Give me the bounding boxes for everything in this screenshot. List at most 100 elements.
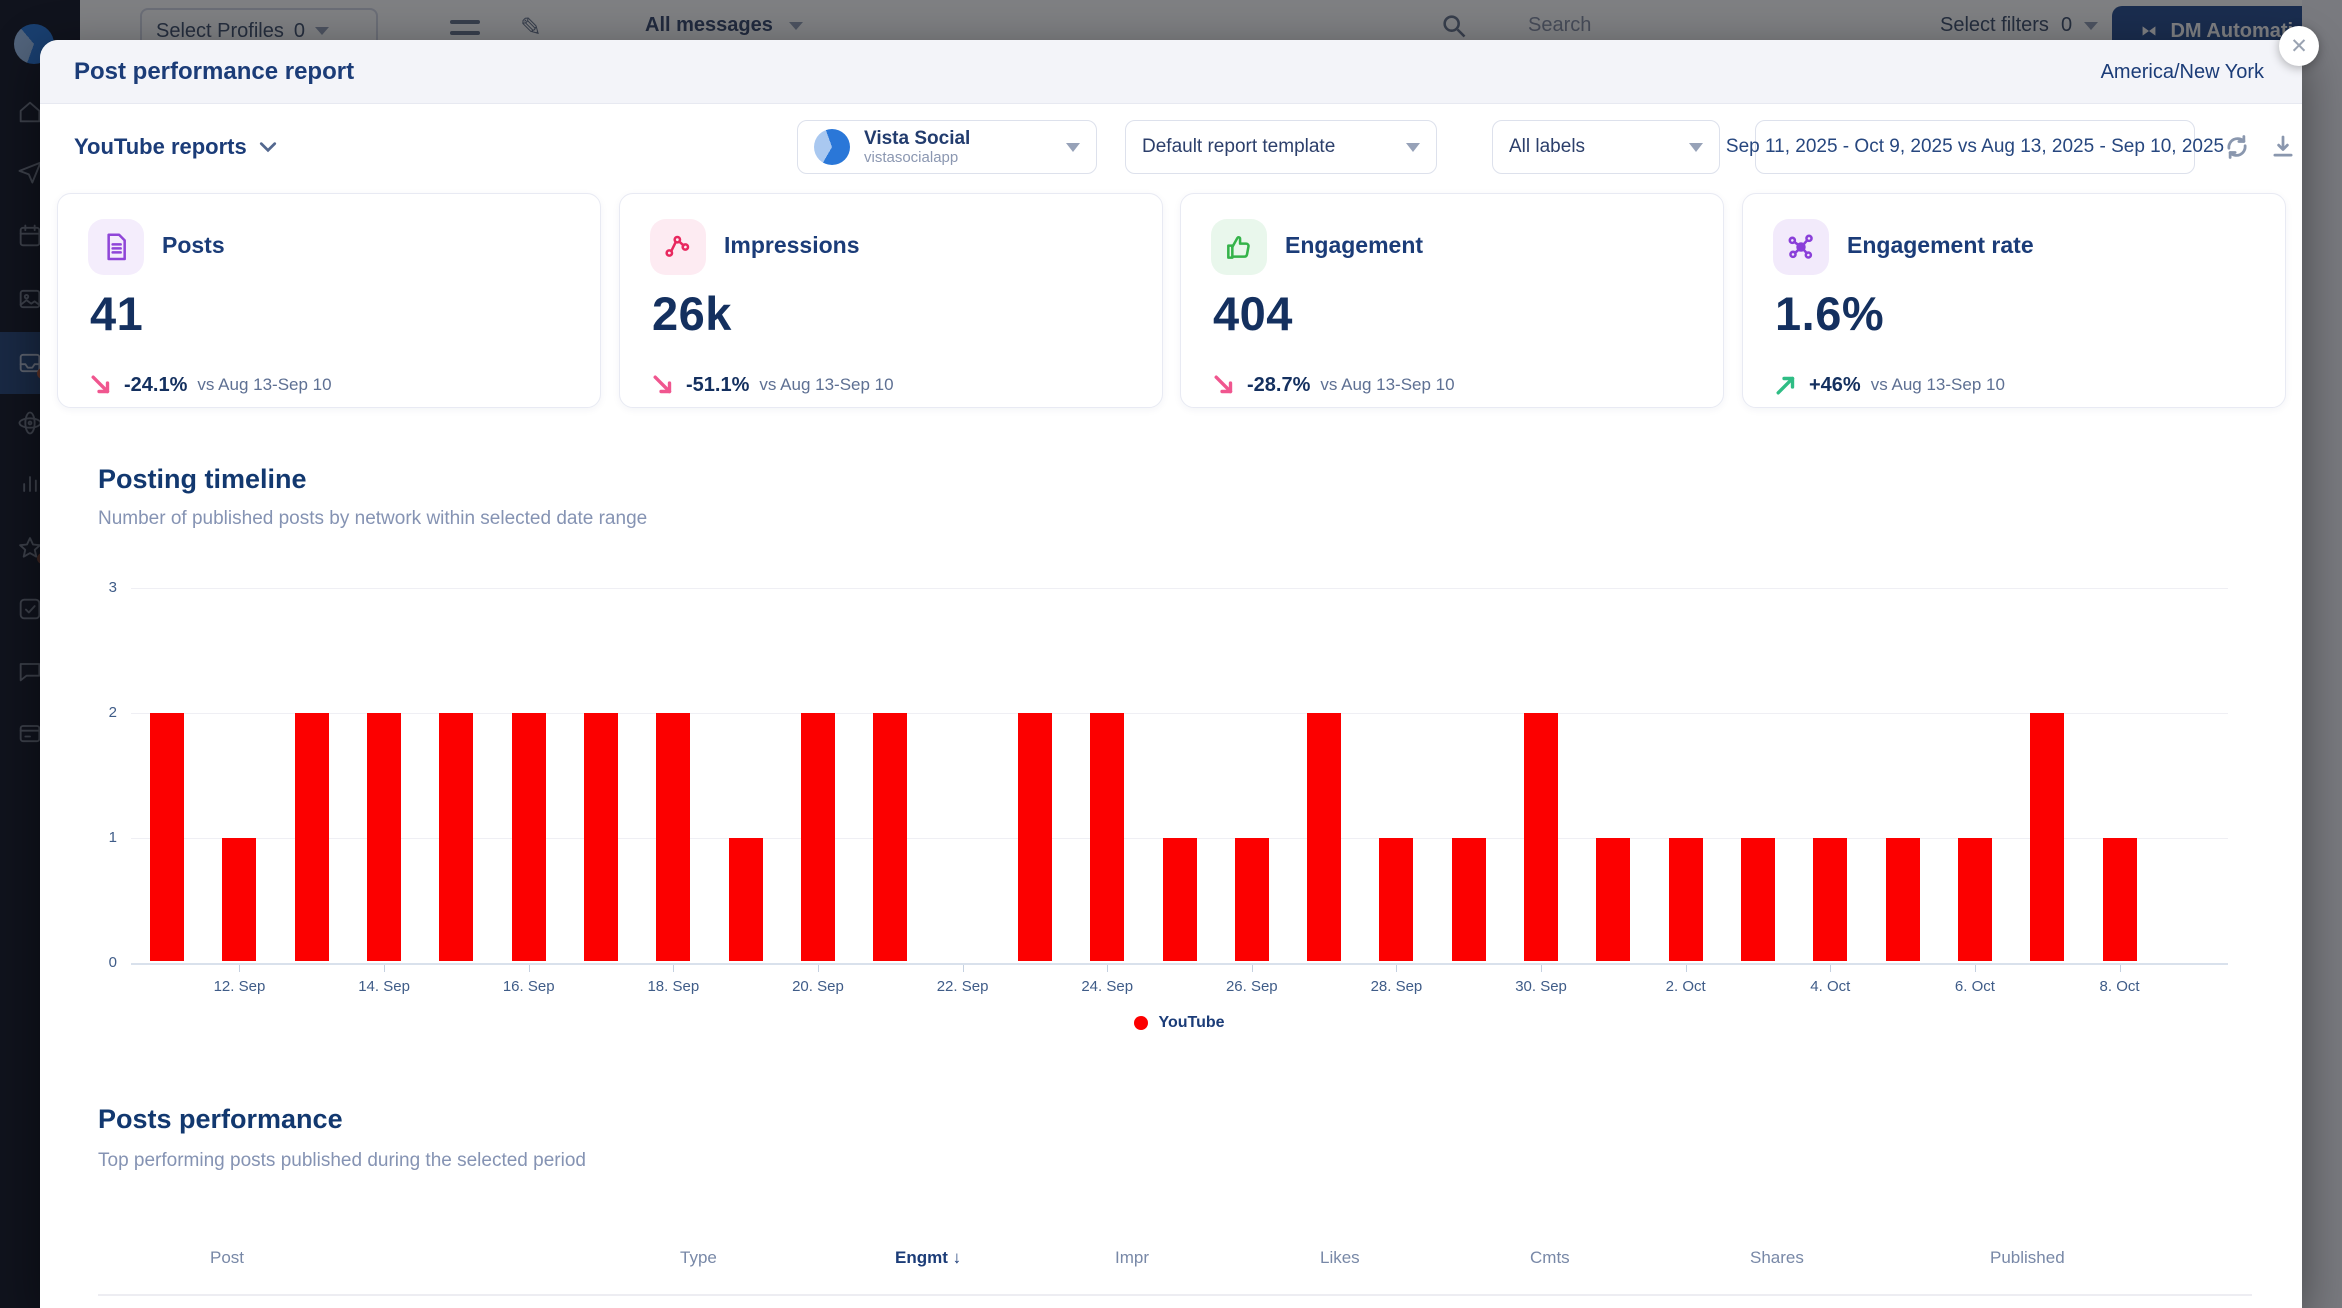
- x-axis-tick: [963, 965, 964, 972]
- x-axis-tick: [1541, 965, 1542, 972]
- engagement-rate-icon: [1773, 219, 1829, 275]
- chevron-down-icon: [1066, 143, 1080, 152]
- metric-compare: vs Aug 13-Sep 10: [197, 375, 331, 395]
- timeline-bar-sep-20: [801, 713, 835, 961]
- column-header-likes[interactable]: Likes: [1320, 1248, 1360, 1268]
- posts-icon: [88, 219, 144, 275]
- chevron-down-icon: [259, 141, 277, 153]
- report-template-value: Default report template: [1142, 136, 1335, 158]
- metric-label: Impressions: [724, 232, 860, 259]
- metric-delta: -28.7%: [1247, 374, 1310, 397]
- x-axis-label: 12. Sep: [179, 978, 299, 995]
- x-axis-label: 4. Oct: [1770, 978, 1890, 995]
- profile-handle: vistasocialapp: [864, 149, 970, 167]
- column-header-published[interactable]: Published: [1990, 1248, 2065, 1268]
- timeline-bar-sep-12: [222, 838, 256, 961]
- timeline-bar-sep-28: [1379, 838, 1413, 961]
- x-axis-label: 16. Sep: [469, 978, 589, 995]
- x-axis-tick: [2120, 965, 2121, 972]
- timeline-bar-sep-23: [1018, 713, 1052, 961]
- trend-down-icon: [1211, 372, 1237, 398]
- table-divider: [98, 1294, 2252, 1296]
- timeline-bar-oct-1: [1596, 838, 1630, 961]
- metric-card-posts: Posts 41 -24.1% vs Aug 13-Sep 10: [57, 193, 601, 408]
- x-axis-tick: [818, 965, 819, 972]
- metric-compare: vs Aug 13-Sep 10: [1871, 375, 2005, 395]
- chevron-down-icon: [1406, 143, 1420, 152]
- gridline-y3: [131, 588, 2228, 589]
- metric-label: Engagement rate: [1847, 232, 2034, 259]
- x-axis-label: 20. Sep: [758, 978, 878, 995]
- timeline-bar-sep-13: [295, 713, 329, 961]
- metric-value: 26k: [652, 286, 732, 341]
- timeline-bar-oct-5: [1886, 838, 1920, 961]
- column-header-engmt[interactable]: Engmt ↓: [895, 1248, 961, 1268]
- timeline-bar-oct-7: [2030, 713, 2064, 961]
- sort-desc-icon: ↓: [953, 1248, 962, 1267]
- column-header-post[interactable]: Post: [210, 1248, 244, 1268]
- close-icon[interactable]: ✕: [2279, 26, 2319, 66]
- column-header-shares[interactable]: Shares: [1750, 1248, 1804, 1268]
- column-header-impr[interactable]: Impr: [1115, 1248, 1149, 1268]
- x-axis-label: 2. Oct: [1626, 978, 1746, 995]
- chart-legend[interactable]: YouTube: [131, 1014, 2228, 1032]
- x-axis-tick: [384, 965, 385, 972]
- x-axis-label: 18. Sep: [613, 978, 733, 995]
- metric-value: 41: [90, 286, 143, 341]
- modal-header: Post performance report America/New York: [40, 40, 2302, 104]
- timeline-bar-sep-11: [150, 713, 184, 961]
- y-axis-label: 3: [93, 579, 117, 596]
- x-axis-tick: [239, 965, 240, 972]
- trend-down-icon: [88, 372, 114, 398]
- refresh-icon[interactable]: [2222, 132, 2252, 162]
- metric-delta: -51.1%: [686, 374, 749, 397]
- metric-value: 1.6%: [1775, 286, 1884, 341]
- timeline-bar-sep-30: [1524, 713, 1558, 961]
- timeline-bar-sep-15: [439, 713, 473, 961]
- y-axis-label: 1: [93, 829, 117, 846]
- legend-label: YouTube: [1158, 1014, 1224, 1032]
- metric-delta: +46%: [1809, 374, 1861, 397]
- report-type-dropdown[interactable]: YouTube reports: [74, 134, 277, 160]
- timeline-bar-sep-24: [1090, 713, 1124, 961]
- profile-selector[interactable]: Vista Social vistasocialapp: [797, 120, 1097, 174]
- timeline-bar-sep-26: [1235, 838, 1269, 961]
- labels-value: All labels: [1509, 136, 1585, 158]
- posts-performance-subtitle: Top performing posts published during th…: [98, 1150, 586, 1172]
- x-axis-tick: [1107, 965, 1108, 972]
- metric-delta: -24.1%: [124, 374, 187, 397]
- posting-timeline-title: Posting timeline: [98, 464, 307, 495]
- metric-label: Engagement: [1285, 232, 1423, 259]
- timeline-bar-oct-8: [2103, 838, 2137, 961]
- metric-card-impressions: Impressions 26k -51.1% vs Aug 13-Sep 10: [619, 193, 1163, 408]
- posts-performance-title: Posts performance: [98, 1104, 343, 1135]
- date-range-picker[interactable]: Sep 11, 2025 - Oct 9, 2025 vs Aug 13, 20…: [1755, 120, 2195, 174]
- column-header-cmts[interactable]: Cmts: [1530, 1248, 1570, 1268]
- date-range-value: Sep 11, 2025 - Oct 9, 2025 vs Aug 13, 20…: [1726, 136, 2224, 158]
- x-axis-label: 24. Sep: [1047, 978, 1167, 995]
- report-type-label: YouTube reports: [74, 134, 247, 160]
- labels-selector[interactable]: All labels: [1492, 120, 1720, 174]
- x-axis-tick: [673, 965, 674, 972]
- timeline-bar-oct-6: [1958, 838, 1992, 961]
- chevron-down-icon: [1689, 143, 1703, 152]
- metric-label: Posts: [162, 232, 225, 259]
- x-axis-label: 28. Sep: [1336, 978, 1456, 995]
- timeline-bar-sep-21: [873, 713, 907, 961]
- modal-title: Post performance report: [74, 40, 354, 104]
- x-axis-label: 26. Sep: [1192, 978, 1312, 995]
- metric-value: 404: [1213, 286, 1293, 341]
- timeline-bar-sep-19: [729, 838, 763, 961]
- timeline-bar-sep-14: [367, 713, 401, 961]
- download-icon[interactable]: [2268, 132, 2298, 162]
- page: Select Profiles 0 ✎ All messages Search …: [0, 0, 2342, 1308]
- x-axis-tick: [529, 965, 530, 972]
- avatar: [814, 129, 850, 165]
- x-axis-tick: [1975, 965, 1976, 972]
- report-template-selector[interactable]: Default report template: [1125, 120, 1437, 174]
- column-header-type[interactable]: Type: [680, 1248, 717, 1268]
- metric-compare: vs Aug 13-Sep 10: [1320, 375, 1454, 395]
- x-axis-label: 22. Sep: [903, 978, 1023, 995]
- timeline-bar-sep-16: [512, 713, 546, 961]
- metric-card-engagement-rate: Engagement rate 1.6% +46% vs Aug 13-Sep …: [1742, 193, 2286, 408]
